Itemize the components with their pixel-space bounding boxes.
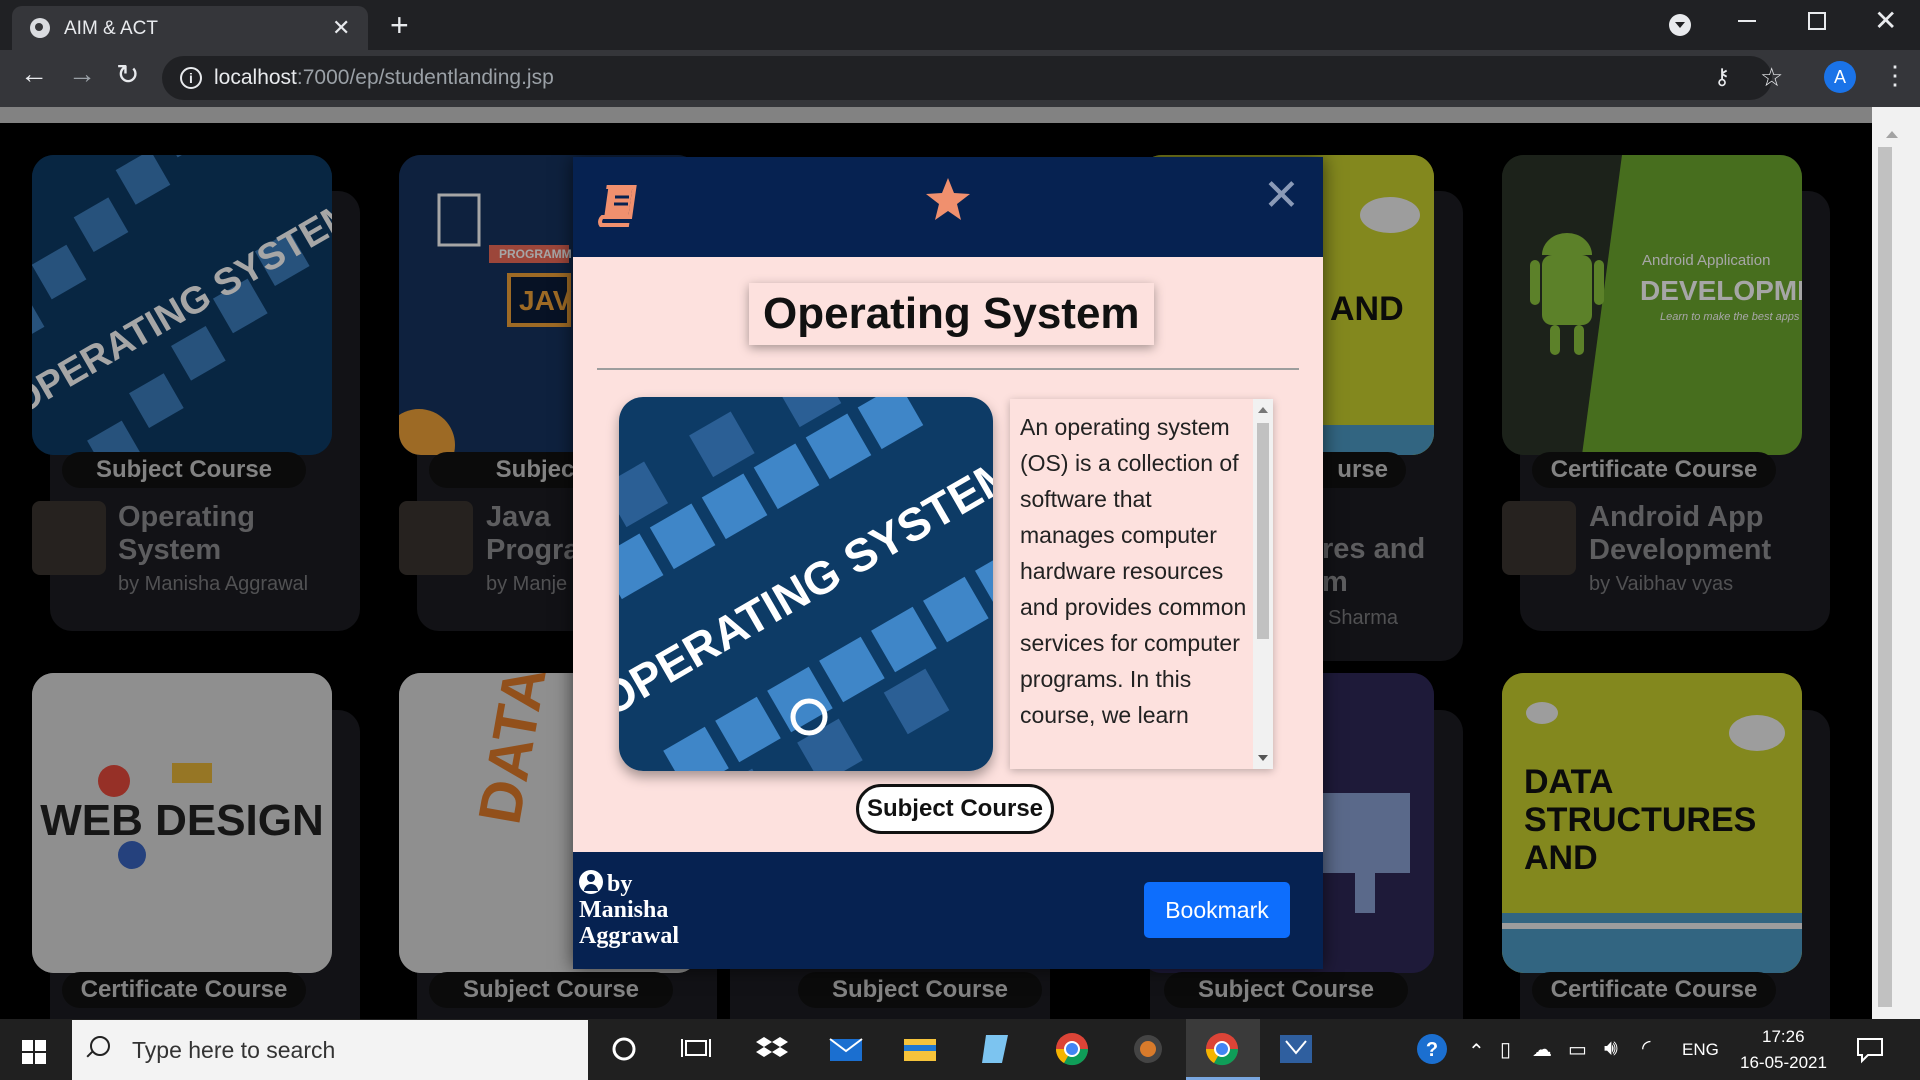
svg-text:Android Application: Android Application xyxy=(1642,252,1770,269)
card-badge: Certificate Course xyxy=(62,972,306,1008)
user-circle-icon xyxy=(579,870,603,894)
tab-search-icon[interactable] xyxy=(1669,14,1691,36)
favorite-star-icon[interactable] xyxy=(923,175,973,225)
modal-title: Operating System xyxy=(749,283,1154,345)
browser-tab[interactable]: AIM & ACT ✕ xyxy=(12,6,368,50)
tab-title: AIM & ACT xyxy=(64,18,158,39)
modal-close-icon[interactable]: ✕ xyxy=(1263,171,1300,221)
description-scrollbar[interactable] xyxy=(1253,399,1273,769)
card-image[interactable]: DATA STRUCTURES AND ALGORITHMS xyxy=(1502,673,1802,973)
volume-icon[interactable]: 🔊︎ xyxy=(1604,1035,1618,1061)
remote-desktop-icon[interactable] xyxy=(1278,1031,1314,1067)
bookmark-button[interactable]: Bookmark xyxy=(1144,882,1290,938)
course-detail-modal: ✕ Operating System OPERATING SYSTEM An o… xyxy=(573,157,1323,969)
back-arrow-icon[interactable]: ← xyxy=(20,58,48,90)
course-description: An operating system (OS) is a collection… xyxy=(1020,414,1247,728)
author-avatar xyxy=(32,501,106,575)
profile-avatar[interactable]: A xyxy=(1824,61,1856,93)
card-badge: Certificate Course xyxy=(1532,972,1776,1008)
mail-icon[interactable] xyxy=(828,1031,864,1067)
book-icon xyxy=(598,185,637,227)
card-author: by Manje xyxy=(486,573,568,595)
author-info: by Manisha Aggrawal xyxy=(579,870,679,949)
modal-footer: by Manisha Aggrawal Bookmark xyxy=(573,852,1323,969)
globe-icon xyxy=(30,18,50,38)
tab-close-icon[interactable]: ✕ xyxy=(332,15,350,41)
forward-arrow-icon[interactable]: → xyxy=(68,58,96,90)
dropbox-icon[interactable] xyxy=(754,1031,790,1067)
settings-app-icon[interactable] xyxy=(1130,1031,1166,1067)
notepad-icon[interactable] xyxy=(978,1031,1014,1067)
svg-text:Learn to make the best apps: Learn to make the best apps xyxy=(1660,311,1800,323)
card-badge: Subject Course xyxy=(62,452,306,488)
restore-icon[interactable] xyxy=(1808,12,1826,30)
description-box[interactable]: An operating system (OS) is a collection… xyxy=(1010,399,1273,769)
browser-toolbar: ← → ↻ i localhost:7000/ep/studentlanding… xyxy=(0,50,1920,107)
page-scrollbar[interactable] xyxy=(1872,107,1920,1019)
card-author: by Manisha Aggrawal xyxy=(118,573,309,595)
search-icon xyxy=(90,1036,110,1056)
site-info-icon[interactable]: i xyxy=(180,67,202,89)
card-badge: Subject Course xyxy=(798,972,1042,1008)
battery-icon[interactable]: ▭ xyxy=(1568,1037,1587,1062)
scroll-thumb[interactable] xyxy=(1878,147,1892,1007)
wifi-icon[interactable]: ◜ xyxy=(1642,1035,1651,1061)
card-badge: Certificate Course xyxy=(1532,452,1776,488)
svg-text:PROGRAMM: PROGRAMM xyxy=(499,247,572,261)
card-image[interactable]: Android Application DEVELOPMENT Learn to… xyxy=(1502,155,1802,455)
url-text[interactable]: localhost:7000/ep/studentlanding.jsp xyxy=(214,66,554,90)
taskbar-search-input[interactable]: Type here to search xyxy=(72,1020,588,1080)
file-explorer-icon[interactable] xyxy=(902,1031,938,1067)
tab-strip: AIM & ACT ✕ + ✕ xyxy=(0,0,1920,50)
svg-text:WEB DESIGN: WEB DESIGN xyxy=(40,796,324,845)
notifications-icon[interactable] xyxy=(1852,1031,1888,1067)
onedrive-cloud-icon[interactable]: ☁ xyxy=(1532,1037,1552,1062)
card-title[interactable]: res and m xyxy=(1322,533,1462,599)
card-image[interactable]: WEB DESIGN xyxy=(32,673,332,973)
course-type-badge: Subject Course xyxy=(856,784,1054,834)
svg-text:JAV: JAV xyxy=(519,285,572,316)
task-view-icon[interactable] xyxy=(678,1031,714,1067)
reload-icon[interactable]: ↻ xyxy=(116,58,139,91)
author-avatar xyxy=(399,501,473,575)
card-badge: Subject Course xyxy=(429,972,673,1008)
scroll-down-icon[interactable] xyxy=(1258,755,1268,761)
course-image: OPERATING SYSTEM xyxy=(619,397,993,771)
card-title[interactable]: Java Progra xyxy=(486,501,586,567)
card-author: Sharma xyxy=(1328,607,1399,629)
cortana-icon[interactable] xyxy=(606,1031,642,1067)
card-image[interactable]: OPERATING SYSTEM xyxy=(32,155,332,455)
window-close-icon[interactable]: ✕ xyxy=(1874,4,1897,37)
clock-time[interactable]: 17:26 xyxy=(1762,1027,1805,1047)
svg-text:?: ? xyxy=(1426,1039,1438,1061)
browser-menu-icon[interactable]: ⋮ xyxy=(1882,60,1908,90)
new-tab-button[interactable]: + xyxy=(390,8,409,42)
scroll-thumb[interactable] xyxy=(1257,423,1269,639)
windows-start-icon[interactable] xyxy=(22,1040,46,1064)
language-indicator[interactable]: ENG xyxy=(1682,1040,1719,1060)
divider xyxy=(597,368,1299,370)
show-hidden-icons-chevron-icon[interactable]: ⌃ xyxy=(1468,1039,1485,1064)
address-bar[interactable]: i localhost:7000/ep/studentlanding.jsp ⚷… xyxy=(162,56,1783,100)
svg-text:DEVELOPMENT: DEVELOPMENT xyxy=(1640,275,1802,306)
chrome-icon[interactable] xyxy=(1054,1031,1090,1067)
card-title[interactable]: Operating System xyxy=(118,501,318,567)
device-icon[interactable]: ▯ xyxy=(1500,1037,1511,1062)
help-icon[interactable]: ? xyxy=(1414,1031,1450,1067)
card-author: by Vaibhav vyas xyxy=(1589,573,1734,595)
chrome-active-icon[interactable] xyxy=(1204,1031,1240,1067)
scroll-up-icon[interactable] xyxy=(1258,407,1268,413)
card-badge: Subject Course xyxy=(1164,972,1408,1008)
minimize-icon[interactable] xyxy=(1738,20,1756,22)
author-avatar xyxy=(1502,501,1576,575)
key-icon[interactable]: ⚷ xyxy=(1714,64,1730,90)
page-top-strip xyxy=(0,107,1872,123)
windows-taskbar: Type here to search ? ⌃ ▯ ☁ ▭ 🔊︎ ◜ ENG 1… xyxy=(0,1019,1920,1080)
clock-date[interactable]: 16-05-2021 xyxy=(1740,1053,1827,1073)
svg-text:AND: AND xyxy=(1330,290,1404,328)
modal-header: ✕ xyxy=(573,157,1323,257)
card-title[interactable]: Android App Development xyxy=(1589,501,1809,567)
scroll-up-icon[interactable] xyxy=(1886,131,1898,138)
bookmark-star-icon[interactable]: ☆ xyxy=(1760,62,1783,93)
